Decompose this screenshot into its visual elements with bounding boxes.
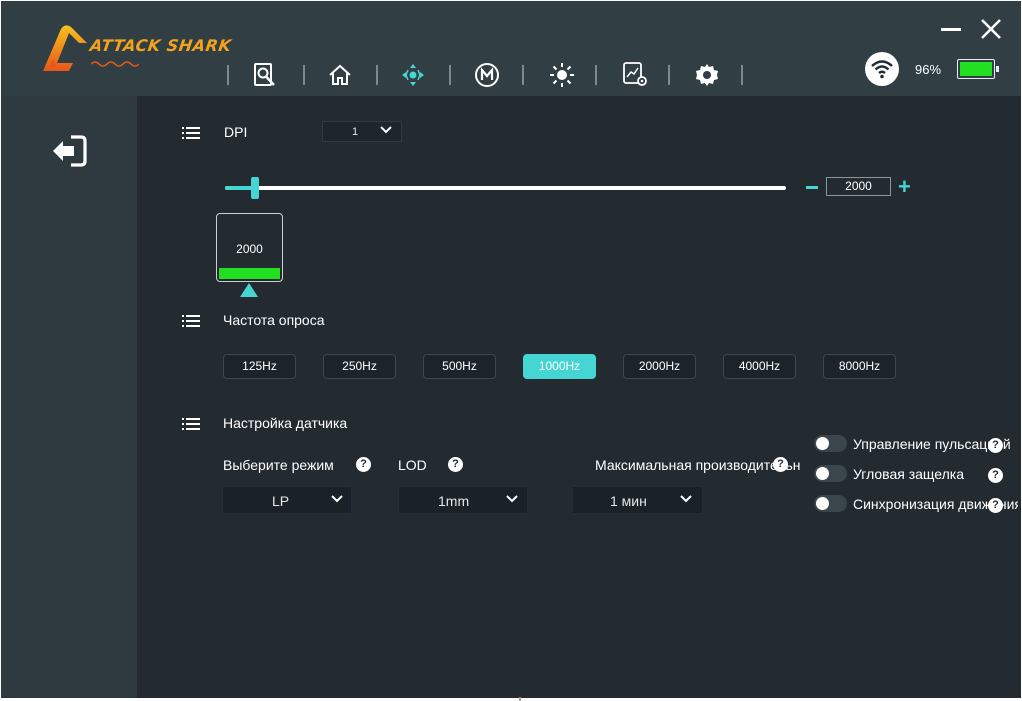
rate-button-1000hz[interactable]: 1000Hz [523, 354, 596, 379]
gear-icon[interactable] [693, 61, 721, 89]
dpi-level-value: 2000 [236, 242, 263, 256]
nav-separator [303, 65, 305, 85]
sidebar [1, 96, 137, 698]
nav-separator [595, 65, 597, 85]
lod-select[interactable]: 1mm [398, 486, 528, 514]
lod-label: LOD [398, 457, 427, 473]
motion-sync-help-icon[interactable]: ? [988, 498, 1003, 513]
mode-select[interactable]: LP [222, 486, 352, 514]
close-button[interactable] [980, 18, 1002, 45]
nav-separator [741, 65, 743, 85]
performance-select-value: 1 мин [610, 493, 647, 509]
rate-button-250hz[interactable]: 250Hz [323, 354, 396, 379]
rate-button-125hz[interactable]: 125Hz [223, 354, 296, 379]
macro-icon[interactable] [473, 61, 501, 89]
dpi-level-color-bar [219, 268, 280, 279]
wifi-icon [865, 52, 899, 86]
resize-marker [519, 697, 521, 701]
minimize-button[interactable] [941, 28, 961, 31]
nav-separator [668, 65, 670, 85]
battery-percent: 96% [915, 62, 942, 77]
dpi-title: DPI [224, 124, 248, 140]
nav-separator [376, 65, 378, 85]
list-icon [182, 315, 200, 327]
brand-name: ATTACK SHARK [88, 36, 233, 55]
chevron-down-icon [506, 495, 518, 503]
search-icon[interactable] [251, 61, 279, 89]
chevron-down-icon [380, 126, 392, 134]
polling-title: Частота опроса [223, 312, 325, 328]
motion-sync-toggle[interactable] [814, 495, 847, 512]
wave-decoration [91, 61, 139, 67]
performance-settings-icon[interactable] [622, 61, 650, 89]
performance-label: Максимальная производительн [595, 457, 801, 473]
dpi-level-pointer [240, 283, 258, 297]
dpi-slider-track[interactable] [225, 186, 786, 190]
nav-separator [227, 65, 229, 85]
rate-button-2000hz[interactable]: 2000Hz [623, 354, 696, 379]
app-window: ATTACK SHARK 96% DPI 1 2000 + 2000 Часто… [1, 1, 1021, 698]
exit-icon [53, 135, 87, 167]
lod-select-value: 1mm [438, 493, 470, 509]
dpi-increase-button[interactable]: + [898, 176, 911, 198]
nav-separator [449, 65, 451, 85]
brightness-icon[interactable] [548, 61, 576, 89]
battery-icon [957, 59, 999, 79]
rate-button-8000hz[interactable]: 8000Hz [823, 354, 896, 379]
list-icon [182, 127, 200, 139]
list-icon [182, 418, 200, 430]
ripple-control-toggle[interactable] [814, 435, 847, 452]
dpi-decrease-button[interactable] [806, 186, 818, 189]
performance-select[interactable]: 1 мин [572, 486, 703, 514]
chevron-down-icon [331, 495, 343, 503]
performance-help-icon[interactable]: ? [773, 457, 788, 472]
rate-button-4000hz[interactable]: 4000Hz [723, 354, 796, 379]
lod-help-icon[interactable]: ? [448, 457, 463, 472]
move-icon[interactable] [399, 61, 427, 89]
angle-snapping-toggle[interactable] [814, 465, 847, 482]
sensor-title: Настройка датчика [223, 415, 348, 431]
back-button[interactable] [49, 133, 89, 174]
home-icon[interactable] [326, 61, 354, 89]
header: ATTACK SHARK 96% [1, 1, 1021, 96]
dpi-profile-select[interactable]: 1 [322, 121, 402, 142]
angle-snapping-help-icon[interactable]: ? [988, 468, 1003, 483]
close-icon [981, 19, 1001, 39]
dpi-slider-thumb[interactable] [251, 177, 259, 199]
mode-label: Выберите режим [223, 457, 334, 473]
dpi-value-input[interactable]: 2000 [826, 177, 891, 196]
nav-separator [522, 65, 524, 85]
chevron-down-icon [680, 495, 692, 503]
dpi-level-card[interactable]: 2000 [216, 213, 283, 282]
mode-select-value: LP [272, 493, 290, 509]
ripple-control-help-icon[interactable]: ? [988, 438, 1003, 453]
dpi-profile-value: 1 [352, 126, 359, 138]
rate-button-500hz[interactable]: 500Hz [423, 354, 496, 379]
mode-help-icon[interactable]: ? [356, 457, 371, 472]
battery-fill [960, 62, 992, 76]
